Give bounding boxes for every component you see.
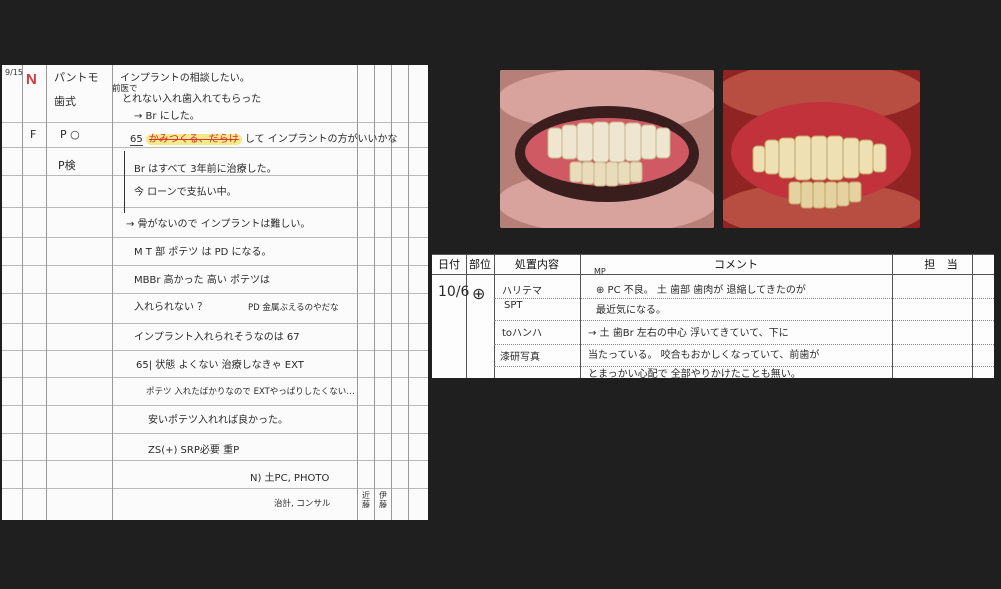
comment-line: → 土 歯Br 左右の中心 浮いてきていて、下に bbox=[588, 328, 789, 339]
chart-note-line: ZS(+) SRP必要 重P bbox=[148, 445, 240, 456]
row-dotted-divider bbox=[494, 320, 994, 321]
chart-row-divider bbox=[2, 377, 428, 378]
chart-row-divider bbox=[2, 323, 428, 324]
record-date: 10/6 bbox=[438, 284, 470, 300]
teeth-illustration bbox=[723, 70, 920, 228]
intraoral-photo-left bbox=[500, 70, 714, 228]
chart-note-line: 65| 状態 よくない 治療しなきゃ EXT bbox=[136, 360, 304, 371]
struck-text: かみつくる、だらけ bbox=[148, 134, 239, 145]
chart-col-divider bbox=[112, 65, 113, 520]
treatment-item: ハリテマ bbox=[502, 286, 542, 297]
exam-dental-formula: 歯式 bbox=[54, 95, 76, 108]
chart-row-divider bbox=[2, 122, 428, 123]
exam-panoramic: パントモ bbox=[54, 71, 99, 84]
table-border bbox=[972, 254, 973, 378]
chart-note-line: N) 土PC, PHOTO bbox=[250, 473, 330, 484]
chart-note-rest: して インプラントの方がいいかな bbox=[244, 134, 398, 145]
chart-note-line: 今 ローンで支払い中。 bbox=[134, 187, 237, 198]
comment-line: 当たっている。 咬合もおかしくなっていて、前歯が bbox=[588, 350, 820, 361]
comment-line: とまっかい心配で 全部やりかけたことも無い。 bbox=[588, 369, 801, 378]
header-comment: コメント bbox=[714, 258, 758, 271]
table-border bbox=[432, 254, 994, 255]
teeth-illustration bbox=[500, 70, 714, 228]
chart-letter-f: F bbox=[30, 128, 37, 141]
chart-row-divider bbox=[2, 147, 428, 148]
chart-note-line: MBBr 高かった 高い ポテツは bbox=[134, 275, 270, 286]
table-border bbox=[580, 254, 581, 378]
chart-row-divider bbox=[2, 488, 428, 489]
chart-note-highlighted: 65 かみつくる、だらけ して インプラントの方がいいかな bbox=[130, 130, 398, 146]
chart-row-divider bbox=[2, 433, 428, 434]
chart-row-divider bbox=[2, 175, 428, 176]
header-treatment: 処置内容 bbox=[515, 258, 559, 271]
tooth-number: 65 bbox=[130, 134, 143, 146]
intraoral-photo-right bbox=[723, 70, 920, 228]
chart-date: 9/15 bbox=[5, 68, 23, 77]
chart-note-line: → 骨がないので インプラントは難しい。 bbox=[126, 219, 311, 230]
exam-p: P ○ bbox=[60, 128, 80, 141]
header-staff: 担 当 bbox=[924, 258, 962, 271]
exam-perio-check: P検 bbox=[58, 159, 76, 172]
site-symbol: ⊕ bbox=[472, 284, 486, 303]
chart-note-line: とれない入れ歯入れてもらった bbox=[122, 94, 262, 105]
chart-row-divider bbox=[2, 207, 428, 208]
chart-row-divider bbox=[2, 265, 428, 266]
chart-note-line: インプラント入れられそうなのは 67 bbox=[134, 332, 300, 343]
chart-row-divider bbox=[2, 405, 428, 406]
chart-row-divider bbox=[2, 350, 428, 351]
staff-stamp: 伊藤 bbox=[379, 491, 387, 509]
chart-col-divider bbox=[22, 65, 23, 520]
chart-note-line: 安いポテツ入れれば良かった。 bbox=[148, 415, 288, 426]
chart-note-line: ポテツ 入れたばかりなので EXTやっぱりしたくない… bbox=[146, 387, 355, 397]
patient-chart-sheet: 9/15 N パントモ 歯式 インプラントの相談したい。 前医で とれない入れ歯… bbox=[2, 65, 428, 520]
treatment-item: toハンハ bbox=[502, 328, 543, 339]
chart-note-line: Br はすべて 3年前に治療した。 bbox=[134, 164, 277, 175]
bracket-line bbox=[124, 151, 125, 213]
chart-note-line: M T 部 ポテツ は PD になる。 bbox=[134, 247, 272, 258]
table-border bbox=[432, 274, 994, 275]
chart-row-divider bbox=[2, 237, 428, 238]
table-border bbox=[494, 254, 495, 378]
chart-row-divider bbox=[2, 460, 428, 461]
side-note: PD 金属ぶえるのやだな bbox=[248, 303, 339, 313]
treatment-record-table: 日付 部位 処置内容 コメント 担 当 10/6 ⊕ ハリテマ SPT toハン… bbox=[432, 254, 994, 378]
table-border bbox=[892, 254, 893, 378]
new-patient-mark: N bbox=[26, 71, 37, 88]
chart-note-line: 治計, コンサル bbox=[274, 499, 331, 509]
row-dotted-divider bbox=[494, 298, 994, 299]
header-site: 部位 bbox=[469, 258, 491, 271]
chart-row-divider bbox=[2, 293, 428, 294]
comment-line: 最近気になる。 bbox=[596, 305, 666, 316]
table-border bbox=[466, 254, 467, 378]
staff-stamp: 近藤 bbox=[362, 491, 370, 509]
chart-note-line: 入れられない ？ bbox=[134, 302, 208, 313]
chart-note-line: → Br にした。 bbox=[134, 111, 200, 122]
chart-col-divider bbox=[408, 65, 409, 520]
chart-note-line: インプラントの相談したい。 bbox=[120, 73, 250, 84]
comment-note: MP bbox=[594, 267, 606, 276]
row-dotted-divider bbox=[494, 344, 994, 345]
treatment-item: 漆研写真 bbox=[500, 352, 540, 363]
header-date: 日付 bbox=[438, 258, 460, 271]
comment-line: ⊕ PC 不良。 土 歯部 歯肉が 退縮してきたのが bbox=[596, 285, 806, 296]
treatment-item: SPT bbox=[504, 300, 523, 311]
highlight-marker: かみつくる、だらけ bbox=[145, 134, 242, 145]
chart-col-divider bbox=[46, 65, 47, 520]
